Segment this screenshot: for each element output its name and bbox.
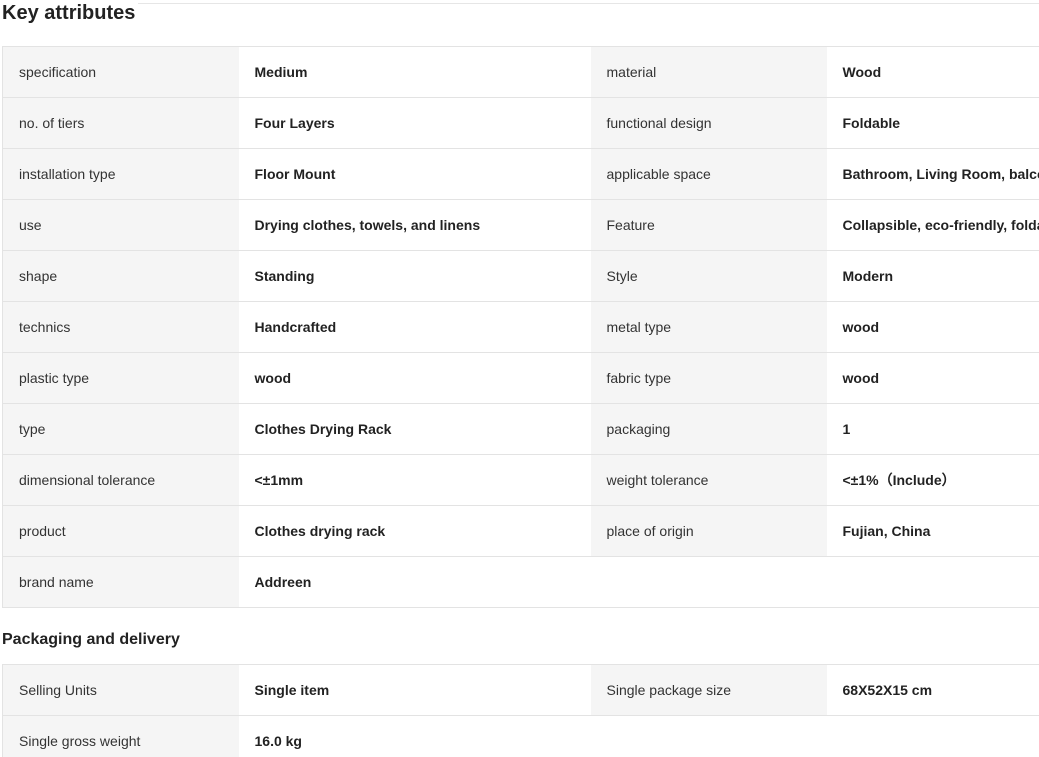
attribute-value: Medium (238, 46, 591, 98)
attribute-label: packaging (590, 403, 827, 455)
attribute-value: <±1%（Include） (826, 454, 1039, 506)
attribute-value: Bathroom, Living Room, balcony (826, 148, 1039, 200)
attribute-value: 68X52X15 cm (826, 664, 1039, 716)
attribute-label: material (590, 46, 827, 98)
attribute-label: weight tolerance (590, 454, 827, 506)
attribute-label: plastic type (2, 352, 239, 404)
attribute-label: technics (2, 301, 239, 353)
attribute-value: 16.0 kg (238, 715, 591, 757)
attribute-value: Four Layers (238, 97, 591, 149)
attribute-row: no. of tiers Four Layers functional desi… (2, 97, 1039, 149)
attribute-row: shape Standing Style Modern (2, 250, 1039, 302)
empty-cell (590, 556, 827, 608)
attribute-value: Standing (238, 250, 591, 302)
attribute-row: specification Medium material Wood (2, 46, 1039, 98)
attribute-value: wood (826, 301, 1039, 353)
packaging-delivery-table: Selling Units Single item Single package… (2, 664, 1039, 757)
attribute-value: Foldable (826, 97, 1039, 149)
attribute-value: Fujian, China (826, 505, 1039, 557)
attribute-value: Addreen (238, 556, 591, 608)
attribute-label: shape (2, 250, 239, 302)
attribute-row: product Clothes drying rack place of ori… (2, 505, 1039, 557)
attribute-row: dimensional tolerance <±1mm weight toler… (2, 454, 1039, 506)
attribute-value: Clothes Drying Rack (238, 403, 591, 455)
attribute-label: applicable space (590, 148, 827, 200)
attribute-label: installation type (2, 148, 239, 200)
attribute-value: Collapsible, eco-friendly, foldable (826, 199, 1039, 251)
attribute-row: installation type Floor Mount applicable… (2, 148, 1039, 200)
attribute-label: Single package size (590, 664, 827, 716)
attribute-label: Style (590, 250, 827, 302)
attribute-label: type (2, 403, 239, 455)
key-attributes-title: Key attributes (2, 2, 136, 24)
key-attributes-table: specification Medium material Wood no. o… (2, 46, 1039, 608)
attribute-value: wood (238, 352, 591, 404)
attribute-value: Handcrafted (238, 301, 591, 353)
attribute-value: wood (826, 352, 1039, 404)
attribute-label: fabric type (590, 352, 827, 404)
attribute-row: Single gross weight 16.0 kg (2, 715, 1039, 757)
attribute-label: specification (2, 46, 239, 98)
attribute-row: plastic type wood fabric type wood (2, 352, 1039, 404)
attribute-label: place of origin (590, 505, 827, 557)
attribute-value: Wood (826, 46, 1039, 98)
attribute-label: product (2, 505, 239, 557)
attribute-value: 1 (826, 403, 1039, 455)
attribute-value: Single item (238, 664, 591, 716)
attribute-label: brand name (2, 556, 239, 608)
attribute-row: brand name Addreen (2, 556, 1039, 608)
packaging-delivery-title: Packaging and delivery (2, 631, 180, 648)
attribute-label: functional design (590, 97, 827, 149)
attribute-label: dimensional tolerance (2, 454, 239, 506)
attribute-row: use Drying clothes, towels, and linens F… (2, 199, 1039, 251)
attribute-value: Drying clothes, towels, and linens (238, 199, 591, 251)
attribute-row: Selling Units Single item Single package… (2, 664, 1039, 716)
attribute-value: Modern (826, 250, 1039, 302)
attribute-value: Clothes drying rack (238, 505, 591, 557)
empty-cell (826, 715, 1039, 757)
attribute-label: use (2, 199, 239, 251)
attribute-value: Floor Mount (238, 148, 591, 200)
attribute-label: no. of tiers (2, 97, 239, 149)
attribute-label: Selling Units (2, 664, 239, 716)
attribute-value: <±1mm (238, 454, 591, 506)
top-divider (138, 3, 1039, 4)
empty-cell (826, 556, 1039, 608)
empty-cell (590, 715, 827, 757)
attribute-label: Feature (590, 199, 827, 251)
attribute-row: technics Handcrafted metal type wood (2, 301, 1039, 353)
product-attributes-page: Key attributes specification Medium mate… (0, 0, 1039, 757)
attribute-label: Single gross weight (2, 715, 239, 757)
attribute-label: metal type (590, 301, 827, 353)
attribute-row: type Clothes Drying Rack packaging 1 (2, 403, 1039, 455)
